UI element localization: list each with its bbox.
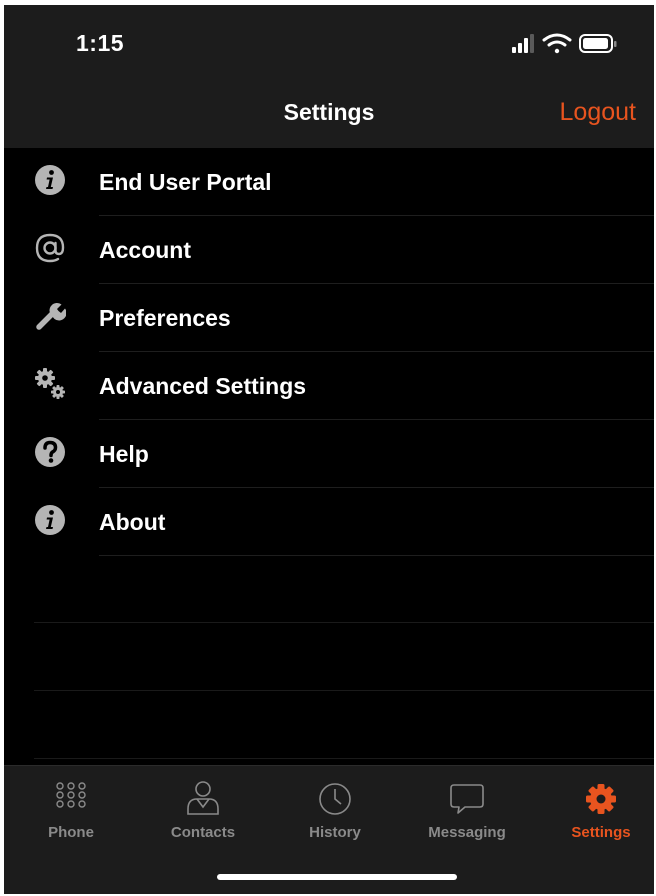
menu-item-about[interactable]: About	[4, 488, 654, 556]
header-area: 1:15 Settings Logout	[4, 5, 654, 148]
clock-icon	[319, 783, 351, 815]
menu-item-label: About	[99, 509, 166, 535]
tab-label: History	[309, 824, 361, 841]
tab-settings[interactable]: Settings	[536, 766, 654, 852]
menu-item-preferences[interactable]: Preferences	[4, 284, 654, 352]
page-title: Settings	[283, 99, 375, 125]
status-time: 1:15	[76, 30, 125, 56]
tab-label: Messaging	[428, 824, 506, 841]
menu-item-label: Preferences	[99, 305, 231, 331]
at-sign-icon	[35, 233, 65, 263]
battery-icon	[579, 34, 617, 53]
info-icon	[35, 165, 65, 195]
menu-item-end-user-portal[interactable]: End User Portal	[4, 148, 654, 216]
tab-label: Settings	[571, 824, 631, 841]
tab-label: Phone	[48, 824, 94, 841]
settings-menu: End User Portal Account Preferences Adva…	[4, 148, 654, 556]
menu-item-account[interactable]: Account	[4, 216, 654, 284]
status-icons	[512, 33, 617, 54]
wrench-icon	[36, 303, 66, 330]
keypad-icon	[56, 782, 86, 808]
tab-history[interactable]: History	[270, 766, 400, 852]
signal-icon	[512, 34, 534, 53]
tab-contacts[interactable]: Contacts	[138, 766, 268, 852]
divider	[34, 758, 654, 759]
phone-screen: 1:15 Settings Logout End User Portal Acc…	[4, 5, 654, 894]
tab-phone[interactable]: Phone	[6, 766, 136, 852]
menu-item-label: Advanced Settings	[99, 373, 307, 399]
tab-bar: Phone Contacts History Messaging Setting…	[4, 765, 654, 894]
menu-item-label: Account	[99, 237, 191, 263]
divider	[34, 622, 654, 623]
gear-icon	[586, 784, 616, 814]
contact-icon	[187, 781, 219, 815]
home-indicator[interactable]	[217, 874, 457, 880]
menu-item-label: Help	[99, 441, 149, 467]
divider	[34, 690, 654, 691]
tab-label: Contacts	[170, 824, 236, 841]
menu-item-help[interactable]: Help	[4, 420, 654, 488]
tab-messaging[interactable]: Messaging	[402, 766, 532, 852]
gears-icon	[35, 368, 65, 399]
help-icon	[35, 437, 65, 467]
wifi-icon	[542, 33, 572, 54]
logout-button[interactable]: Logout	[560, 98, 636, 127]
menu-item-label: End User Portal	[99, 169, 272, 195]
info-icon	[35, 505, 65, 535]
menu-item-advanced-settings[interactable]: Advanced Settings	[4, 352, 654, 420]
chat-bubble-icon	[450, 784, 484, 814]
